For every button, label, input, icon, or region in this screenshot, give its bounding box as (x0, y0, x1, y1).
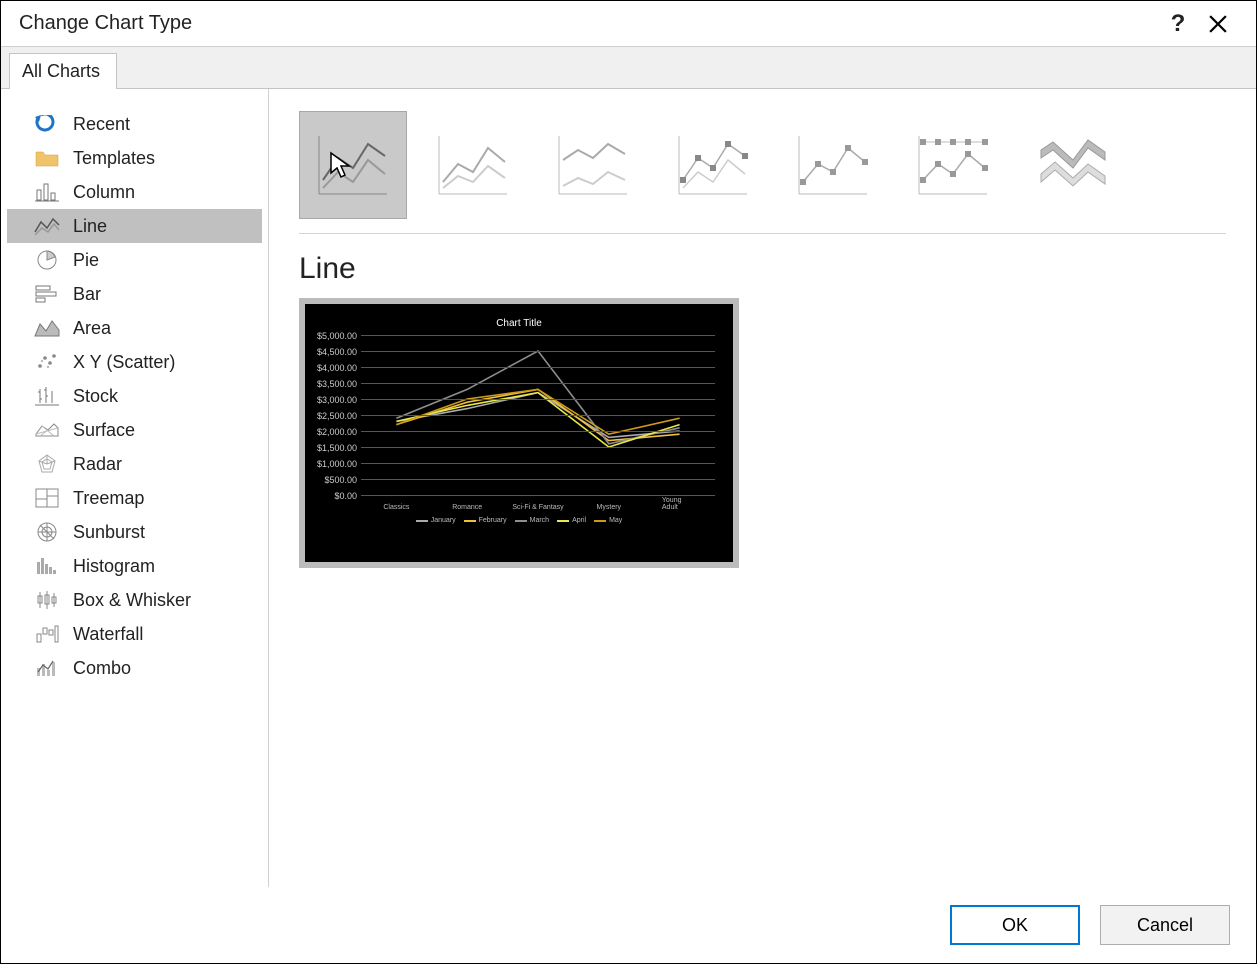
sidebar-item-label: Recent (73, 114, 130, 135)
combo-chart-icon (33, 657, 61, 679)
sidebar-item-sunburst[interactable]: Sunburst (7, 515, 262, 549)
subtype-heading: Line (299, 252, 1226, 286)
treemap-chart-icon (33, 487, 61, 509)
dialog-footer: OK Cancel (1, 887, 1256, 963)
pie-chart-icon (33, 249, 61, 271)
sidebar-item-label: Sunburst (73, 522, 145, 543)
sidebar-item-pie[interactable]: Pie (7, 243, 262, 277)
line-chart-icon (33, 215, 61, 237)
sidebar-item-label: Radar (73, 454, 122, 475)
main-area: Recent Templates Column Line Pie Bar Are… (1, 88, 1256, 887)
sidebar-item-templates[interactable]: Templates (7, 141, 262, 175)
content-pane: Line Chart Title $5,000.00$4,500.00$4,00… (269, 89, 1256, 887)
sidebar-item-combo[interactable]: Combo (7, 651, 262, 685)
close-icon (1209, 15, 1227, 33)
sidebar-item-label: Column (73, 182, 135, 203)
tab-strip: All Charts (1, 47, 1256, 88)
sidebar-item-label: Pie (73, 250, 99, 271)
sidebar-item-surface[interactable]: Surface (7, 413, 262, 447)
subtype-line[interactable] (299, 111, 407, 219)
sidebar: Recent Templates Column Line Pie Bar Are… (1, 89, 269, 887)
scatter-chart-icon (33, 351, 61, 373)
subtype-3d-line[interactable] (1019, 111, 1127, 219)
sidebar-item-scatter[interactable]: X Y (Scatter) (7, 345, 262, 379)
sidebar-item-label: Box & Whisker (73, 590, 191, 611)
sidebar-item-label: Stock (73, 386, 118, 407)
sidebar-item-label: Waterfall (73, 624, 143, 645)
chart-preview-legend: JanuaryFebruaryMarchAprilMay (317, 517, 721, 524)
folder-icon (33, 147, 61, 169)
sunburst-chart-icon (33, 521, 61, 543)
sidebar-item-label: Histogram (73, 556, 155, 577)
radar-chart-icon (33, 453, 61, 475)
sidebar-item-histogram[interactable]: Histogram (7, 549, 262, 583)
dialog-title: Change Chart Type (19, 12, 1158, 35)
sidebar-item-bar[interactable]: Bar (7, 277, 262, 311)
title-bar: Change Chart Type ? (1, 1, 1256, 47)
chart-preview-plot: $5,000.00$4,500.00$4,000.00$3,500.00$3,0… (361, 335, 715, 495)
subtype-stacked-line-markers[interactable] (779, 111, 887, 219)
sidebar-item-treemap[interactable]: Treemap (7, 481, 262, 515)
surface-chart-icon (33, 419, 61, 441)
column-chart-icon (33, 181, 61, 203)
sidebar-item-label: Treemap (73, 488, 144, 509)
chart-preview[interactable]: Chart Title $5,000.00$4,500.00$4,000.00$… (299, 298, 739, 568)
chart-preview-title: Chart Title (317, 318, 721, 329)
boxwhisker-chart-icon (33, 589, 61, 611)
sidebar-item-label: Surface (73, 420, 135, 441)
sidebar-item-waterfall[interactable]: Waterfall (7, 617, 262, 651)
area-chart-icon (33, 317, 61, 339)
sidebar-item-line[interactable]: Line (7, 209, 262, 243)
sidebar-item-label: Line (73, 216, 107, 237)
sidebar-item-radar[interactable]: Radar (7, 447, 262, 481)
subtype-row (299, 111, 1226, 234)
tab-all-charts[interactable]: All Charts (9, 53, 117, 89)
help-button[interactable]: ? (1158, 4, 1198, 44)
subtype-100-stacked-line-markers[interactable] (899, 111, 1007, 219)
subtype-stacked-line[interactable] (419, 111, 527, 219)
recent-icon (33, 113, 61, 135)
histogram-chart-icon (33, 555, 61, 577)
sidebar-item-label: Templates (73, 148, 155, 169)
stock-chart-icon (33, 385, 61, 407)
sidebar-item-label: Bar (73, 284, 101, 305)
bar-chart-icon (33, 283, 61, 305)
subtype-100-stacked-line[interactable] (539, 111, 647, 219)
close-button[interactable] (1198, 4, 1238, 44)
sidebar-item-recent[interactable]: Recent (7, 107, 262, 141)
sidebar-item-label: Combo (73, 658, 131, 679)
subtype-line-markers[interactable] (659, 111, 767, 219)
sidebar-item-label: X Y (Scatter) (73, 352, 175, 373)
waterfall-chart-icon (33, 623, 61, 645)
ok-button[interactable]: OK (950, 905, 1080, 945)
sidebar-item-column[interactable]: Column (7, 175, 262, 209)
sidebar-item-boxwhisker[interactable]: Box & Whisker (7, 583, 262, 617)
cancel-button[interactable]: Cancel (1100, 905, 1230, 945)
sidebar-item-area[interactable]: Area (7, 311, 262, 345)
sidebar-item-label: Area (73, 318, 111, 339)
sidebar-item-stock[interactable]: Stock (7, 379, 262, 413)
